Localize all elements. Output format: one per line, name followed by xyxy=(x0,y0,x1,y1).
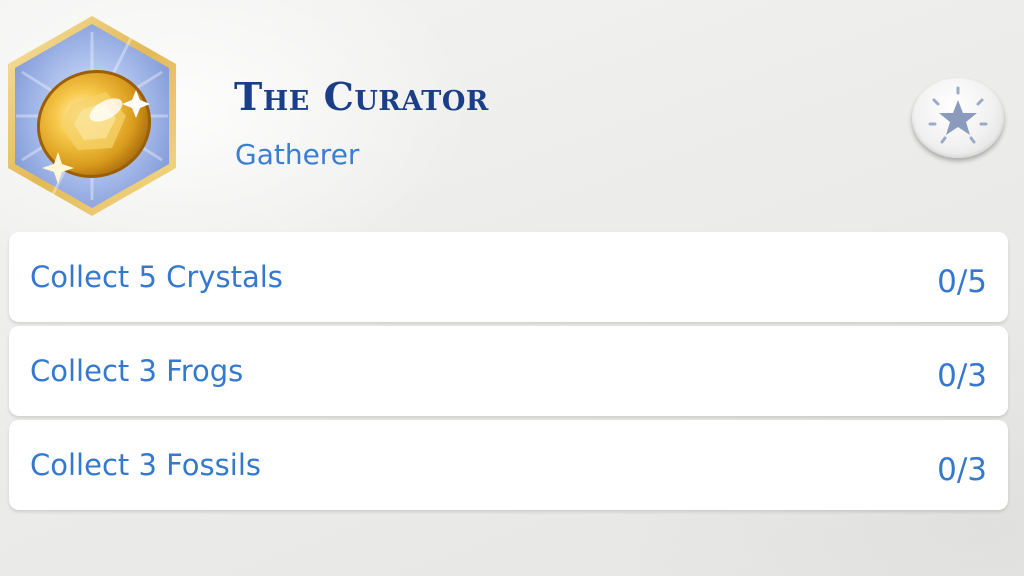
aspiration-badge xyxy=(2,12,182,220)
goal-progress: 0/5 xyxy=(937,264,987,300)
goal-progress: 0/3 xyxy=(937,452,987,488)
goal-list: Collect 5 Crystals 0/5 Collect 3 Frogs 0… xyxy=(9,232,1008,514)
goal-row-frogs[interactable]: Collect 3 Frogs 0/3 xyxy=(9,326,1008,416)
aspiration-category: Gatherer xyxy=(235,138,360,171)
goal-label: Collect 3 Fossils xyxy=(30,448,261,482)
aspiration-title: The Curator xyxy=(234,74,489,119)
star-button[interactable] xyxy=(912,78,1004,158)
goal-row-fossils[interactable]: Collect 3 Fossils 0/3 xyxy=(9,420,1008,510)
goal-row-crystals[interactable]: Collect 5 Crystals 0/5 xyxy=(9,232,1008,322)
goal-label: Collect 3 Frogs xyxy=(30,354,244,388)
goal-progress: 0/3 xyxy=(937,358,987,394)
goal-label: Collect 5 Crystals xyxy=(30,260,283,294)
star-icon xyxy=(928,86,988,144)
